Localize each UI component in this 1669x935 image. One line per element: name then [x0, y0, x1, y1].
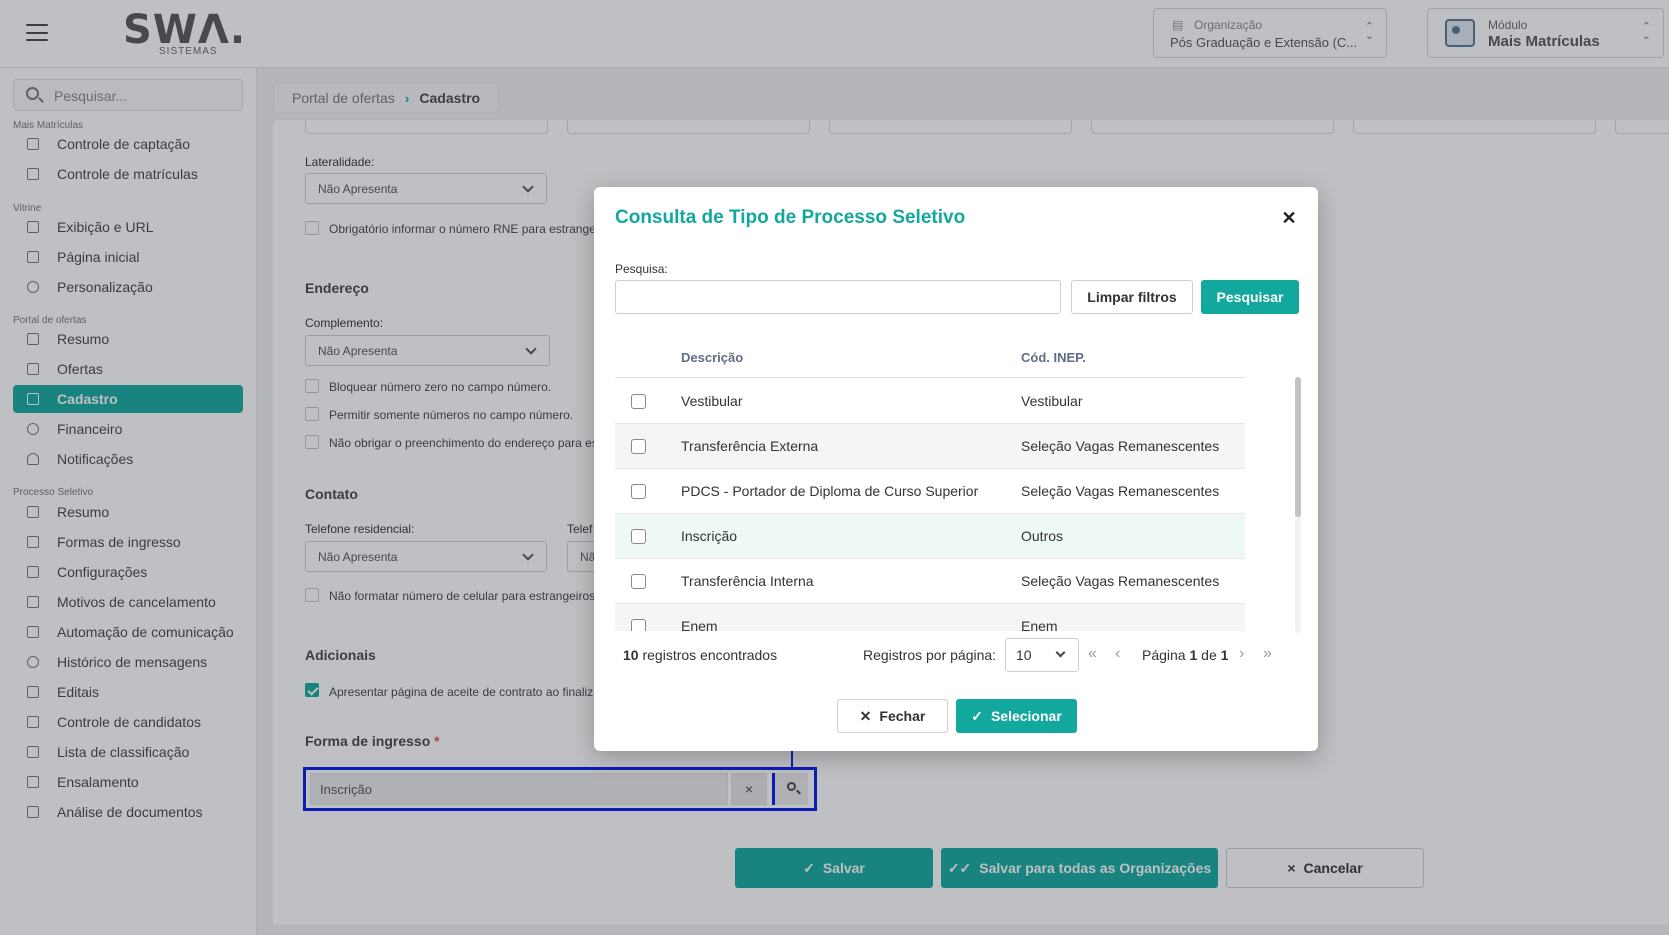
cell-descricao: PDCS - Portador de Diploma de Curso Supe…	[681, 483, 979, 499]
page-total: 1	[1220, 647, 1229, 663]
cell-inep: Seleção Vagas Remanescentes	[1021, 438, 1220, 454]
cell-inep: Outros	[1021, 528, 1064, 544]
first-page-icon[interactable]: «	[1088, 645, 1097, 663]
previous-page-icon[interactable]: ‹	[1115, 645, 1120, 663]
close-button[interactable]: ✕ Fechar	[837, 699, 948, 733]
records-count-number: 10	[623, 647, 639, 663]
modal-search-input[interactable]	[615, 280, 1061, 314]
row-checkbox[interactable]	[631, 439, 646, 454]
cell-descricao: Transferência Interna	[681, 573, 814, 589]
scrollbar-thumb[interactable]	[1295, 377, 1301, 517]
cell-inep: Seleção Vagas Remanescentes	[1021, 483, 1220, 499]
modal-title: Consulta de Tipo de Processo Seletivo	[615, 207, 966, 228]
pagination-bar: 10 registros encontrados Registros por p…	[615, 638, 1299, 672]
select-button-label: Selecionar	[990, 708, 1062, 724]
close-icon[interactable]: ✕	[1280, 209, 1298, 227]
last-page-icon[interactable]: »	[1263, 645, 1272, 663]
page-of: de	[1201, 647, 1217, 663]
close-icon: ✕	[859, 707, 872, 724]
cell-descricao: Transferência Externa	[681, 438, 819, 454]
table-row[interactable]: Inscrição Outros	[615, 514, 1245, 559]
close-button-label: Fechar	[879, 708, 926, 724]
next-page-icon[interactable]: ›	[1239, 645, 1244, 663]
chevron-down-icon	[1055, 647, 1066, 658]
column-header-inep[interactable]: Cód. INEP.	[1021, 350, 1086, 365]
column-header-descricao[interactable]: Descrição	[681, 350, 743, 365]
page-prefix: Página	[1142, 647, 1186, 663]
records-count: 10 registros encontrados	[623, 647, 777, 663]
rows-per-page-select[interactable]: 10	[1005, 638, 1079, 672]
select-button[interactable]: ✓ Selecionar	[956, 699, 1077, 733]
search-button[interactable]: Pesquisar	[1201, 280, 1299, 314]
rows-per-page-value: 10	[1016, 647, 1032, 663]
row-checkbox[interactable]	[631, 484, 646, 499]
table-row[interactable]: Vestibular Vestibular	[615, 379, 1245, 424]
row-checkbox[interactable]	[631, 574, 646, 589]
table-body: Vestibular Vestibular Transferência Exte…	[615, 379, 1245, 631]
consulta-modal: Consulta de Tipo de Processo Seletivo ✕ …	[594, 187, 1318, 751]
table-header: Descrição Cód. INEP.	[615, 336, 1245, 378]
row-checkbox[interactable]	[631, 529, 646, 544]
cell-inep: Vestibular	[1021, 393, 1083, 409]
table-row[interactable]: Enem Enem	[615, 604, 1245, 631]
rows-per-page-label: Registros por página:	[863, 647, 997, 663]
row-checkbox[interactable]	[631, 619, 646, 631]
page-current: 1	[1189, 647, 1198, 663]
cell-inep: Seleção Vagas Remanescentes	[1021, 573, 1220, 589]
row-checkbox[interactable]	[631, 394, 646, 409]
records-count-text: registros encontrados	[642, 647, 778, 663]
cell-descricao: Vestibular	[681, 393, 743, 409]
cell-descricao: Inscrição	[681, 528, 738, 544]
check-icon: ✓	[971, 707, 983, 724]
table-row[interactable]: Transferência Externa Seleção Vagas Rema…	[615, 424, 1245, 469]
page-indicator: Página 1 de 1	[1142, 647, 1228, 663]
table-scrollbar[interactable]	[1295, 377, 1301, 633]
cell-descricao: Enem	[681, 618, 718, 631]
table-row[interactable]: Transferência Interna Seleção Vagas Rema…	[615, 559, 1245, 604]
cell-inep: Enem	[1021, 618, 1058, 631]
table-row[interactable]: PDCS - Portador de Diploma de Curso Supe…	[615, 469, 1245, 514]
clear-filters-button[interactable]: Limpar filtros	[1071, 280, 1193, 314]
modal-search-label: Pesquisa:	[615, 262, 668, 276]
